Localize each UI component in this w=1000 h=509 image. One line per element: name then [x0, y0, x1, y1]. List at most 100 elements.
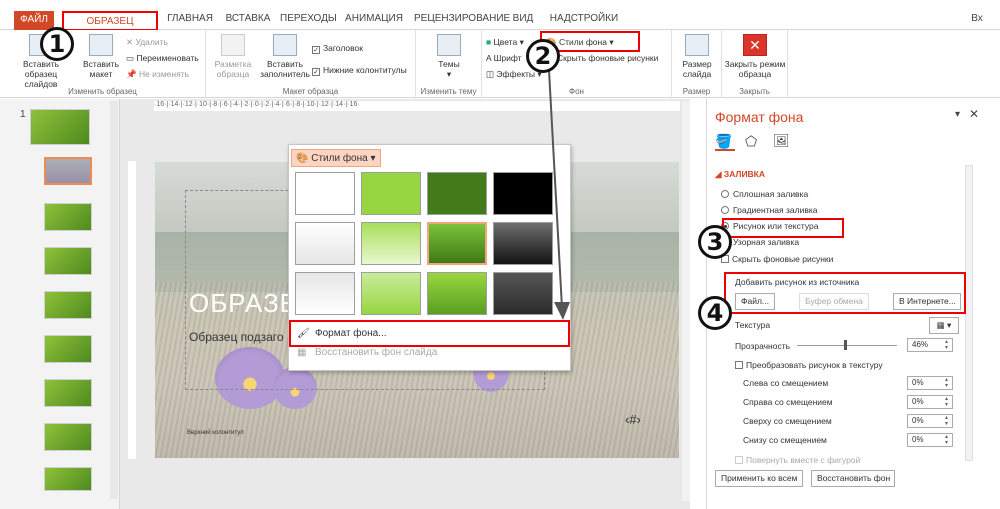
sign-in[interactable]: Вх [962, 10, 992, 28]
colors-button[interactable]: ■ Цвета ▾ [486, 36, 524, 48]
fonts-button[interactable]: A Шрифт [486, 52, 522, 64]
offset-right-label: Справа со смещением [743, 397, 833, 407]
slide-subtitle[interactable]: Образец подзаго [189, 330, 284, 344]
tab-review[interactable]: РЕЦЕНЗИРОВАНИЕ [414, 10, 510, 28]
thumbnail-number: 1 [20, 109, 26, 120]
fill-line-icon[interactable]: 🪣 [715, 133, 735, 151]
texture-picker[interactable]: ▦ ▾ [929, 317, 959, 334]
title-checkbox[interactable]: ✓ Заголовок [312, 42, 363, 54]
picture-icon[interactable]: 🖼 [773, 133, 790, 149]
tab-addins[interactable]: НАДСТРОЙКИ [548, 10, 620, 28]
offset-top-label: Сверху со смещением [743, 416, 832, 426]
offset-top-spinner[interactable]: 0% [907, 414, 953, 428]
style-swatch[interactable] [295, 172, 355, 215]
gradient-fill-option[interactable]: Градиентная заливка [721, 205, 817, 215]
pane-options-icon[interactable]: ▾ [955, 109, 960, 120]
group-close: ✕ Закрыть режим образца Закрыть [722, 30, 788, 98]
offset-right-spinner[interactable]: 0% [907, 395, 953, 409]
tab-transitions[interactable]: ПЕРЕХОДЫ [280, 10, 337, 28]
checkbox-icon [735, 456, 743, 464]
pane-close-icon[interactable]: ✕ [969, 107, 979, 121]
apply-to-all-button[interactable]: Применить ко всем [715, 470, 803, 487]
canvas-scrollbar[interactable] [682, 101, 690, 501]
offset-left-label: Слева со смещением [743, 378, 829, 388]
tab-animations[interactable]: АНИМАЦИЯ [342, 10, 406, 28]
style-swatch[interactable] [361, 222, 421, 265]
effects-icon: ◫ [486, 69, 495, 79]
slide-size-icon [685, 34, 709, 56]
preserve-button[interactable]: 📌 Не изменять [126, 68, 189, 80]
offset-bottom-spinner[interactable]: 0% [907, 433, 953, 447]
checkbox-icon [735, 361, 743, 369]
tab-insert[interactable]: ВСТАВКА [222, 10, 274, 28]
transparency-slider[interactable] [797, 345, 897, 346]
fonts-icon: A [486, 53, 492, 63]
pattern-fill-option[interactable]: Узорная заливка [721, 237, 799, 247]
footers-checkbox[interactable]: ✓ Нижние колонтитулы [312, 64, 407, 76]
style-swatch[interactable] [295, 222, 355, 265]
solid-fill-option[interactable]: Сплошная заливка [721, 189, 808, 199]
group-edit-master: Вставить образец слайдов Вставить макет … [0, 30, 206, 98]
checkbox-checked-icon: ✓ [312, 68, 320, 76]
rename-button[interactable]: ▭ Переименовать [126, 52, 199, 64]
themes-button[interactable]: Темы ▾ [428, 34, 470, 79]
close-master-view-button[interactable]: ✕ Закрыть режим образца [724, 34, 786, 79]
effects-icon[interactable]: ⬠ [745, 133, 757, 150]
tile-picture-checkbox[interactable]: Преобразовать рисунок в текстуру [735, 360, 883, 370]
layout-thumbnail[interactable] [44, 467, 92, 491]
group-label: Макет образца [282, 87, 339, 96]
ribbon-tabs: ФАЙЛ ОБРАЗЕЦ СЛАЙДОВ ГЛАВНАЯ ВСТАВКА ПЕР… [0, 0, 1000, 45]
layout-thumbnail[interactable] [44, 379, 92, 407]
radio-icon [721, 206, 729, 214]
placeholder-icon [273, 34, 297, 56]
style-swatch[interactable] [427, 172, 487, 215]
style-swatch[interactable] [361, 272, 421, 315]
group-label: Изменить образец [68, 87, 137, 96]
slide-thumbnails-pane: 1 [0, 99, 120, 509]
delete-button[interactable]: ✕ Удалить [126, 36, 168, 48]
close-icon: ✕ [743, 34, 767, 56]
rotate-with-shape-checkbox[interactable]: Повернуть вместе с фигурой [735, 455, 860, 465]
tab-view[interactable]: ВИД [508, 10, 538, 28]
highlight-insert-picture [724, 272, 966, 314]
slide-footer[interactable]: Верхний колонтитул [187, 430, 244, 436]
fill-section-header[interactable]: ◢ ЗАЛИВКА [715, 169, 765, 180]
insert-layout-button[interactable]: Вставить макет [80, 34, 122, 79]
layout-thumbnail[interactable] [44, 291, 92, 319]
hide-background-graphics-checkbox[interactable]: Скрыть фоновые рисунки [721, 254, 833, 264]
style-swatch[interactable] [361, 172, 421, 215]
tab-slide-master[interactable]: ОБРАЗЕЦ СЛАЙДОВ [62, 11, 158, 45]
transparency-spinner[interactable]: 46% [907, 338, 953, 352]
style-swatch[interactable] [427, 272, 487, 315]
annotation-badge: 3 [698, 225, 732, 259]
pane-scrollbar[interactable] [965, 165, 973, 461]
master-thumbnail[interactable] [30, 109, 90, 145]
layout-thumbnail[interactable] [44, 203, 92, 231]
thumbnails-scrollbar[interactable] [110, 101, 118, 499]
transparency-label: Прозрачность [735, 341, 791, 351]
layout-thumbnail-selected[interactable] [44, 157, 92, 185]
tab-file[interactable]: ФАЙЛ [14, 11, 54, 30]
offset-left-spinner[interactable]: 0% [907, 376, 953, 390]
master-layout-button[interactable]: Разметка образца [210, 34, 256, 79]
transparency-slider-thumb[interactable] [844, 340, 847, 350]
tab-home[interactable]: ГЛАВНАЯ [162, 10, 218, 28]
colors-icon: ■ [486, 37, 492, 47]
reset-background-button[interactable]: Восстановить фон [811, 470, 895, 487]
layout-thumbnail[interactable] [44, 335, 92, 363]
layout-thumbnail[interactable] [44, 423, 92, 451]
themes-icon [437, 34, 461, 56]
slide-number[interactable]: ‹#› [625, 412, 641, 427]
slide-size-button[interactable]: Размер слайда [676, 34, 718, 79]
style-swatch-selected[interactable] [427, 222, 487, 265]
checkbox-checked-icon: ✓ [312, 46, 320, 54]
insert-placeholder-button[interactable]: Вставить заполнитель [258, 34, 312, 79]
style-swatch[interactable] [295, 272, 355, 315]
group-label: Изменить тему [420, 87, 477, 96]
radio-icon [721, 190, 729, 198]
background-styles-popup-button[interactable]: 🎨 Стили фона ▾ [291, 149, 381, 167]
pane-title: Формат фона [715, 109, 804, 125]
highlight-picture-fill [722, 218, 844, 238]
layout-thumbnail[interactable] [44, 247, 92, 275]
annotation-badge: 4 [698, 296, 732, 330]
